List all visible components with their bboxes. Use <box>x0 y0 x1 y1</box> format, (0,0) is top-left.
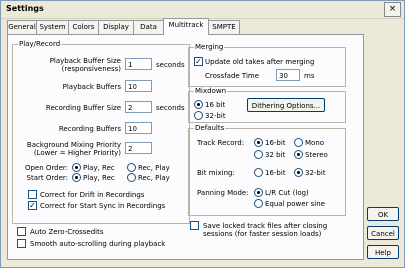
correct-start-sync-label: Correct for Start Sync in Recordings <box>40 202 166 210</box>
background-mixing-priority-label: Background Mixing Priority <box>26 141 121 149</box>
crossfade-time-label: Crossfade Time <box>205 72 260 80</box>
panning-mode-label: Panning Mode: <box>197 189 249 197</box>
start-order-play-rec-radio[interactable] <box>72 173 81 182</box>
close-button[interactable]: × <box>384 2 401 17</box>
open-order-rec-play-radio[interactable] <box>127 163 136 172</box>
save-locked-track-files-checkbox[interactable] <box>190 221 199 230</box>
track-record-mono-radio[interactable] <box>294 138 303 147</box>
settings-window: Settings × General System Colors Display… <box>0 0 405 268</box>
defaults-group: Defaults Track Record: 16-bit Mono 32 bi… <box>188 124 346 216</box>
bit-mixing-16bit-label: 16-bit <box>265 169 286 177</box>
panning-equal-power-label: Equal power sine <box>265 200 325 208</box>
playback-buffers-input[interactable]: 10 <box>125 80 152 92</box>
tab-multitrack[interactable]: Multitrack <box>163 18 209 35</box>
correct-drift-label: Correct for Drift in Recordings <box>40 191 145 199</box>
tab-system[interactable]: System <box>36 20 69 34</box>
background-mixing-priority-sublabel: (Lower = Higher Priority) <box>33 149 121 157</box>
bit-mixing-16bit-radio[interactable] <box>254 168 263 177</box>
track-record-stereo-radio[interactable] <box>294 150 303 159</box>
start-order-rec-play-radio[interactable] <box>127 173 136 182</box>
playback-buffer-size-unit: seconds <box>156 61 185 69</box>
update-old-takes-checkbox[interactable]: ✓ <box>194 57 203 66</box>
multitrack-panel: Play/Record Playback Buffer Size (respon… <box>7 34 364 260</box>
playback-buffer-size-sublabel: (responsiveness) <box>61 65 121 73</box>
track-record-32bit-radio[interactable] <box>254 150 263 159</box>
auto-zero-crossedits-checkbox[interactable] <box>17 227 26 236</box>
mixdown-32bit-radio[interactable] <box>194 111 203 120</box>
mixdown-32bit-label: 32-bit <box>205 112 226 120</box>
save-locked-track-files-sublabel: sessions (for faster session loads) <box>203 230 322 238</box>
recording-buffer-size-input[interactable]: 2 <box>125 101 152 113</box>
recording-buffers-label: Recording Buffers <box>58 125 121 133</box>
play-record-label: Play/Record <box>18 40 62 49</box>
window-title: Settings <box>6 4 44 13</box>
background-mixing-priority-input[interactable]: 2 <box>125 142 152 154</box>
bit-mixing-32bit-radio[interactable] <box>294 168 303 177</box>
correct-drift-checkbox[interactable] <box>28 190 37 199</box>
mixdown-16bit-label: 16 bit <box>205 101 226 109</box>
ok-button[interactable]: OK <box>367 207 399 221</box>
merging-label: Merging <box>194 43 225 52</box>
open-order-play-rec-radio[interactable] <box>72 163 81 172</box>
mixdown-label: Mixdown <box>194 87 228 96</box>
help-button[interactable]: Help <box>367 245 399 259</box>
panning-lr-cut-label: L/R Cut (log) <box>265 189 309 197</box>
smooth-autoscroll-label: Smooth auto-scrolling during playback <box>30 240 166 248</box>
panning-equal-power-radio[interactable] <box>254 199 263 208</box>
panning-lr-cut-radio[interactable] <box>254 188 263 197</box>
track-record-stereo-label: Stereo <box>305 151 328 159</box>
title-bar: Settings × <box>1 1 404 19</box>
playback-buffer-size-label: Playback Buffer Size <box>49 57 121 65</box>
correct-start-sync-checkbox[interactable]: ✓ <box>28 201 37 210</box>
recording-buffers-input[interactable]: 10 <box>125 122 152 134</box>
update-old-takes-label: Update old takes after merging <box>205 58 315 66</box>
playback-buffer-size-input[interactable]: 1 <box>125 58 152 70</box>
recording-buffer-size-label: Recording Buffer Size <box>45 104 121 112</box>
cancel-button[interactable]: Cancel <box>367 226 399 240</box>
save-locked-track-files-label: Save locked track files after closing <box>203 222 328 230</box>
track-record-16bit-label: 16-bit <box>265 139 286 147</box>
tab-general[interactable]: General <box>7 20 37 34</box>
tab-data[interactable]: Data <box>133 20 164 34</box>
mixdown-group: Mixdown 16 bit 32-bit Dithering Options.… <box>188 87 346 123</box>
tab-display[interactable]: Display <box>98 20 134 34</box>
dithering-options-button[interactable]: Dithering Options... <box>247 98 325 112</box>
open-order-rec-play-label: Rec, Play <box>138 164 170 172</box>
crossfade-time-unit: ms <box>304 72 315 80</box>
recording-buffer-size-unit: seconds <box>156 104 185 112</box>
start-order-label: Start Order: <box>26 174 68 182</box>
merging-group: Merging ✓ Update old takes after merging… <box>188 43 346 87</box>
track-record-16bit-radio[interactable] <box>254 138 263 147</box>
bit-mixing-label: Bit mixing: <box>197 169 235 177</box>
start-order-play-rec-label: Play, Rec <box>83 174 115 182</box>
track-record-mono-label: Mono <box>305 139 325 147</box>
start-order-rec-play-label: Rec, Play <box>138 174 170 182</box>
open-order-label: Open Order: <box>24 164 68 172</box>
crossfade-time-input[interactable]: 30 <box>276 69 300 81</box>
bit-mixing-32bit-label: 32-bit <box>305 169 326 177</box>
tab-smpte[interactable]: SMPTE <box>208 20 240 34</box>
auto-zero-crossedits-label: Auto Zero-Crossedits <box>30 228 104 236</box>
tab-colors[interactable]: Colors <box>68 20 99 34</box>
defaults-label: Defaults <box>194 124 226 133</box>
play-record-group: Play/Record Playback Buffer Size (respon… <box>12 40 190 224</box>
smooth-autoscroll-checkbox[interactable] <box>17 239 26 248</box>
mixdown-16bit-radio[interactable] <box>194 100 203 109</box>
playback-buffers-label: Playback Buffers <box>62 83 121 91</box>
open-order-play-rec-label: Play, Rec <box>83 164 115 172</box>
track-record-label: Track Record: <box>197 139 245 147</box>
track-record-32bit-label: 32 bit <box>265 151 286 159</box>
